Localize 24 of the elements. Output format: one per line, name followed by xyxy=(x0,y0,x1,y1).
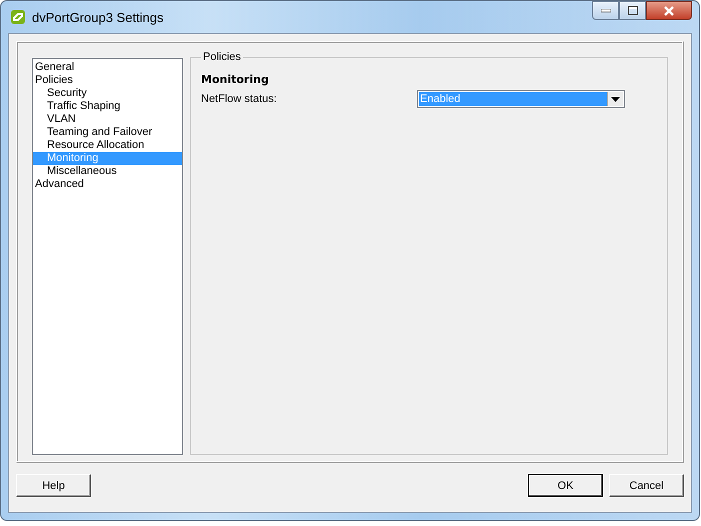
dialog-button[interactable]: OK xyxy=(528,474,603,497)
group-legend: Policies xyxy=(201,51,243,63)
window-title: dvPortGroup3 Settings xyxy=(32,10,164,24)
app-icon xyxy=(10,9,26,25)
close-button[interactable] xyxy=(646,1,692,20)
dialog-button[interactable]: Help xyxy=(16,474,91,497)
minimize-icon xyxy=(600,8,610,12)
tree-item[interactable]: Security xyxy=(33,87,182,100)
maximize-icon xyxy=(628,6,638,15)
dropdown-arrow-icon xyxy=(611,96,620,102)
tree-item[interactable]: Advanced xyxy=(33,178,182,191)
minimize-button[interactable] xyxy=(592,1,619,20)
tree-item[interactable]: VLAN xyxy=(33,113,182,126)
section-heading: Monitoring xyxy=(201,73,270,86)
tree-item[interactable]: General xyxy=(33,61,182,74)
tree-item[interactable]: Teaming and Failover xyxy=(33,126,182,139)
dialog-button[interactable]: Cancel xyxy=(609,474,684,497)
tree-item[interactable]: Miscellaneous xyxy=(33,165,182,178)
maximize-button[interactable] xyxy=(619,1,646,20)
tree-item[interactable]: Policies xyxy=(33,74,182,87)
tree-item[interactable]: Traffic Shaping xyxy=(33,100,182,113)
tree-item[interactable]: Resource Allocation xyxy=(33,139,182,152)
field-label: NetFlow status: xyxy=(201,93,278,105)
close-icon xyxy=(663,6,675,16)
